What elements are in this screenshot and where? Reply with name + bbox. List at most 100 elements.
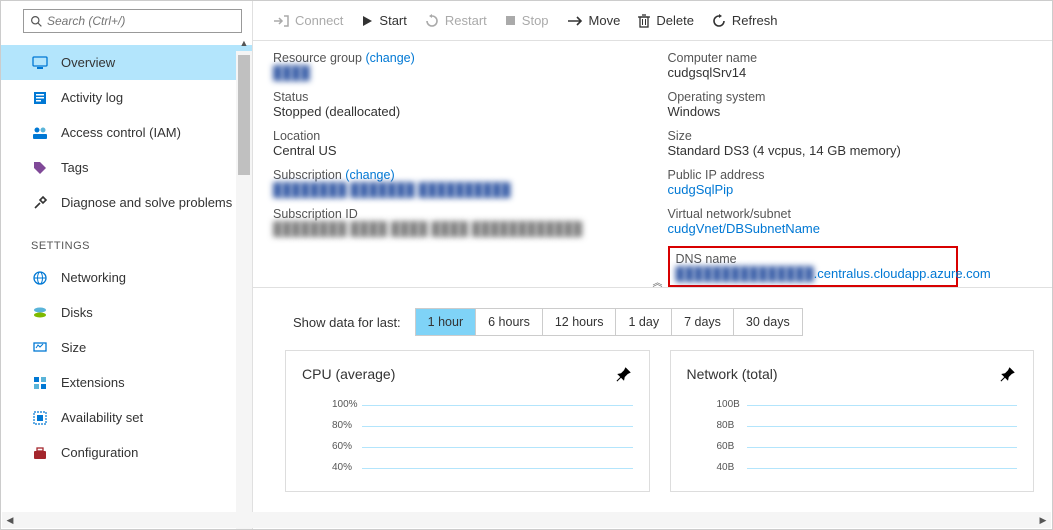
connect-icon <box>273 15 289 27</box>
subscription-label: Subscription <box>273 168 342 182</box>
arrow-right-icon <box>567 16 583 26</box>
toolbox-icon <box>31 444 49 462</box>
nav-item-diagnose[interactable]: Diagnose and solve problems <box>1 185 252 220</box>
restart-button[interactable]: Restart <box>425 13 487 28</box>
availability-icon <box>31 409 49 427</box>
seg-btn-1hour[interactable]: 1 hour <box>416 309 476 335</box>
stop-icon <box>505 15 516 26</box>
chart-title: Network (total) <box>687 366 778 382</box>
refresh-button[interactable]: Refresh <box>712 13 778 28</box>
nav-label: Overview <box>61 55 115 70</box>
public-ip-label: Public IP address <box>668 168 1033 182</box>
properties-panel: Resource group (change) ████ Status Stop… <box>253 41 1052 288</box>
nav-item-extensions[interactable]: Extensions <box>1 365 252 400</box>
y-tick: 80% <box>332 420 633 431</box>
y-tick: 100% <box>332 399 633 410</box>
computer-name-value: cudgsqlSrv14 <box>668 65 1033 80</box>
seg-btn-7days[interactable]: 7 days <box>672 309 734 335</box>
wrench-icon <box>31 194 49 212</box>
puzzle-icon <box>31 374 49 392</box>
delete-button[interactable]: Delete <box>638 13 694 28</box>
nav-item-overview[interactable]: Overview <box>1 45 252 80</box>
sidebar: Overview Activity log Access control (IA… <box>1 1 253 529</box>
connect-button[interactable]: Connect <box>273 13 343 28</box>
nav-item-activity-log[interactable]: Activity log <box>1 80 252 115</box>
size-label: Size <box>668 129 1033 143</box>
nav-item-availability-set[interactable]: Availability set <box>1 400 252 435</box>
log-icon <box>31 89 49 107</box>
public-ip-value[interactable]: cudgSqlPip <box>668 182 1033 197</box>
scroll-left-arrow-icon[interactable]: ◀ <box>2 515 18 526</box>
search-input[interactable] <box>47 14 235 28</box>
computer-name-label: Computer name <box>668 51 1033 65</box>
os-label: Operating system <box>668 90 1033 104</box>
nav-item-disks[interactable]: Disks <box>1 295 252 330</box>
status-label: Status <box>273 90 638 104</box>
y-tick: 100B <box>717 399 1018 410</box>
dns-label: DNS name <box>676 252 950 266</box>
props-right-col: Computer name cudgsqlSrv14 Operating sys… <box>668 51 1033 287</box>
scrollbar-thumb[interactable] <box>238 55 250 175</box>
start-button[interactable]: Start <box>361 13 406 28</box>
nav-item-networking[interactable]: Networking <box>1 260 252 295</box>
os-value: Windows <box>668 104 1033 119</box>
dns-highlight-box: DNS name ███████████████.centralus.cloud… <box>668 246 958 287</box>
status-value: Stopped (deallocated) <box>273 104 638 119</box>
size-icon <box>31 339 49 357</box>
seg-btn-30days[interactable]: 30 days <box>734 309 802 335</box>
nav-label: Tags <box>61 160 88 175</box>
nav-item-tags[interactable]: Tags <box>1 150 252 185</box>
nav-item-iam[interactable]: Access control (IAM) <box>1 115 252 150</box>
nav-label: Activity log <box>61 90 123 105</box>
nav-label: Disks <box>61 305 93 320</box>
filter-label: Show data for last: <box>293 315 401 330</box>
seg-btn-1day[interactable]: 1 day <box>616 309 672 335</box>
search-box[interactable] <box>23 9 242 33</box>
globe-icon <box>31 269 49 287</box>
move-button[interactable]: Move <box>567 13 621 28</box>
disks-icon <box>31 304 49 322</box>
resource-group-label: Resource group <box>273 51 362 65</box>
nav-label: Access control (IAM) <box>61 125 181 140</box>
subscription-id-value: ████████ ████ ████ ████ ████████████ <box>273 221 582 236</box>
nav-list: Overview Activity log Access control (IA… <box>1 45 252 220</box>
horizontal-scrollbar[interactable]: ◀ ▶ <box>2 512 1051 528</box>
collapse-caret-icon[interactable]: ︽ <box>653 274 663 289</box>
nav-label: Configuration <box>61 445 138 460</box>
scrollbar-track[interactable] <box>18 512 1035 528</box>
restart-icon <box>425 14 439 28</box>
chart-card-cpu: CPU (average) 100% 80% 60% 40% <box>285 350 650 492</box>
time-filter-row: Show data for last: 1 hour 6 hours 12 ho… <box>253 288 1052 350</box>
play-icon <box>361 15 373 27</box>
nav-item-size[interactable]: Size <box>1 330 252 365</box>
y-tick: 80B <box>717 420 1018 431</box>
chart-title: CPU (average) <box>302 366 395 382</box>
chart-axis: 100B 80B 60B 40B <box>717 399 1018 473</box>
refresh-icon <box>712 14 726 28</box>
seg-btn-6hours[interactable]: 6 hours <box>476 309 543 335</box>
tag-icon <box>31 159 49 177</box>
nav-label: Diagnose and solve problems <box>61 195 232 210</box>
sidebar-scrollbar[interactable]: ▲ ▼ <box>236 51 252 529</box>
nav-item-configuration[interactable]: Configuration <box>1 435 252 470</box>
y-tick: 40% <box>332 462 633 473</box>
subscription-value[interactable]: ████████ ███████ ██████████ <box>273 182 511 197</box>
dns-value[interactable]: ███████████████.centralus.cloudapp.azure… <box>676 266 950 281</box>
vnet-value[interactable]: cudgVnet/DBSubnetName <box>668 221 1033 236</box>
resource-group-value[interactable]: ████ <box>273 65 310 80</box>
pin-icon[interactable] <box>999 365 1017 383</box>
subscription-change-link[interactable]: (change) <box>345 168 394 182</box>
y-tick: 40B <box>717 462 1018 473</box>
chart-card-network: Network (total) 100B 80B 60B 40B <box>670 350 1035 492</box>
nav-list-settings: Networking Disks Size Extensions Availab… <box>1 260 252 470</box>
toolbar: Connect Start Restart Stop Move Delete <box>253 1 1052 41</box>
location-label: Location <box>273 129 638 143</box>
stop-button[interactable]: Stop <box>505 13 549 28</box>
trash-icon <box>638 14 650 28</box>
props-left-col: Resource group (change) ████ Status Stop… <box>273 51 638 287</box>
resource-group-change-link[interactable]: (change) <box>365 51 414 65</box>
pin-icon[interactable] <box>615 365 633 383</box>
seg-btn-12hours[interactable]: 12 hours <box>543 309 617 335</box>
scroll-up-arrow-icon[interactable]: ▲ <box>236 35 252 51</box>
scroll-right-arrow-icon[interactable]: ▶ <box>1035 515 1051 526</box>
